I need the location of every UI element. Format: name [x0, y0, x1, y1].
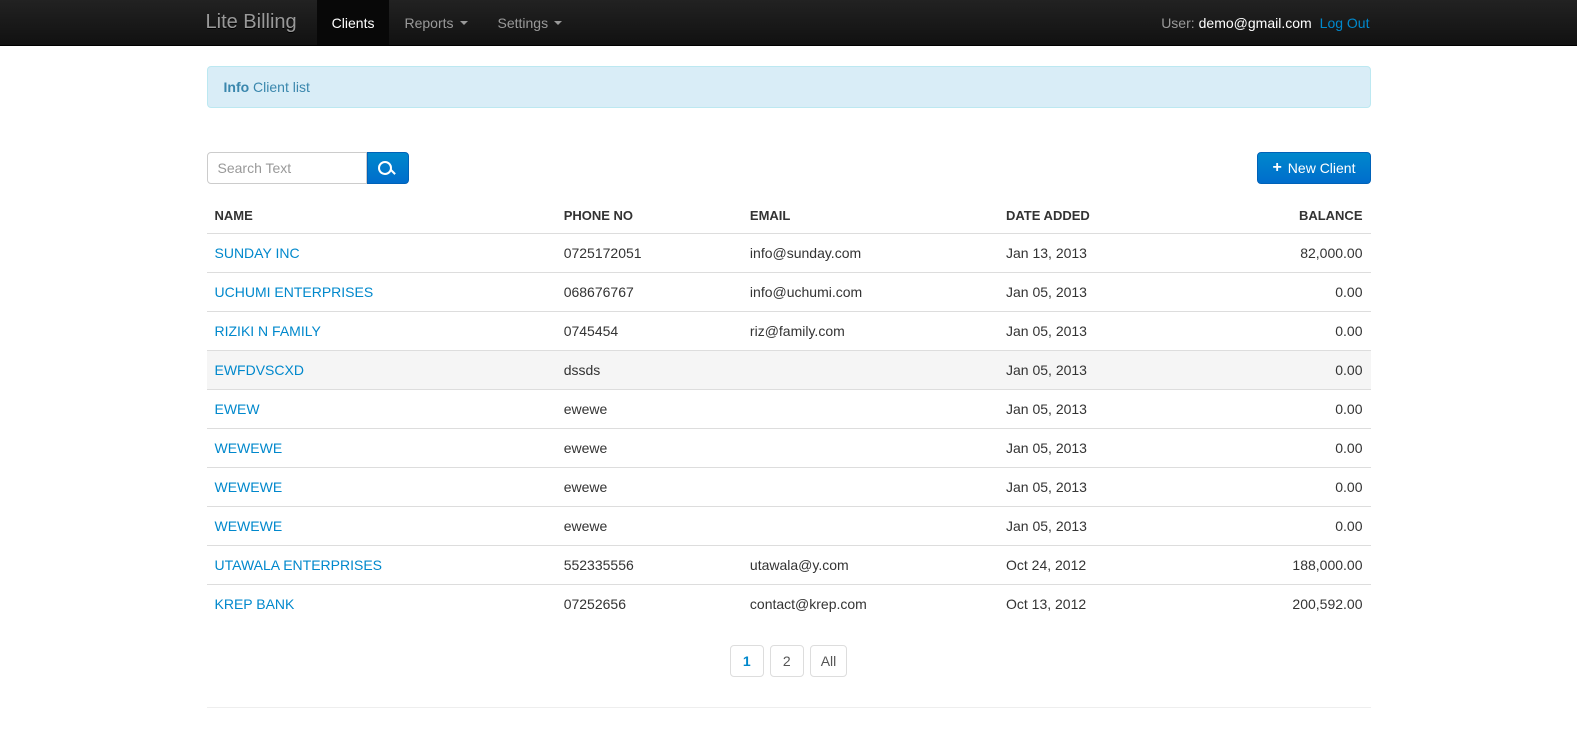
col-date: DATE ADDED — [998, 198, 1208, 234]
client-email: contact@krep.com — [742, 585, 998, 624]
client-balance: 0.00 — [1208, 507, 1371, 546]
client-balance: 0.00 — [1208, 468, 1371, 507]
page-all[interactable]: All — [810, 645, 848, 677]
user-label: User: — [1161, 15, 1194, 31]
client-date: Jan 05, 2013 — [998, 429, 1208, 468]
nav-reports[interactable]: Reports — [389, 0, 482, 45]
logout-link[interactable]: Log Out — [1320, 15, 1370, 31]
client-name-link[interactable]: UTAWALA ENTERPRISES — [215, 557, 383, 573]
client-phone: ewewe — [556, 507, 742, 546]
client-balance: 188,000.00 — [1208, 546, 1371, 585]
plus-icon: + — [1272, 160, 1281, 176]
client-email: info@sunday.com — [742, 234, 998, 273]
col-balance: BALANCE — [1208, 198, 1371, 234]
main-container: Info Client list + New Client NAME PHONE… — [207, 46, 1371, 708]
client-balance: 82,000.00 — [1208, 234, 1371, 273]
col-name: NAME — [207, 198, 556, 234]
table-row: UTAWALA ENTERPRISES 552335556utawala@y.co… — [207, 546, 1371, 585]
client-balance: 0.00 — [1208, 429, 1371, 468]
client-phone: 0725172051 — [556, 234, 742, 273]
client-email: info@uchumi.com — [742, 273, 998, 312]
pagination: 12All — [207, 645, 1371, 677]
table-row: EWEW ewewe Jan 05, 20130.00 — [207, 390, 1371, 429]
col-email: EMAIL — [742, 198, 998, 234]
client-email: riz@family.com — [742, 312, 998, 351]
caret-down-icon — [554, 21, 562, 25]
new-client-button[interactable]: + New Client — [1257, 152, 1370, 184]
table-row: KREP BANK 07252656contact@krep.comOct 13,… — [207, 585, 1371, 624]
table-row: EWFDVSCXD dssds Jan 05, 20130.00 — [207, 351, 1371, 390]
client-balance: 0.00 — [1208, 312, 1371, 351]
client-email — [742, 507, 998, 546]
search-icon — [378, 161, 398, 175]
table-row: UCHUMI ENTERPRISES 068676767info@uchumi.c… — [207, 273, 1371, 312]
toolbar: + New Client — [207, 152, 1371, 184]
page-1[interactable]: 1 — [730, 645, 764, 677]
table-row: WEWEWE ewewe Jan 05, 20130.00 — [207, 429, 1371, 468]
client-balance: 0.00 — [1208, 273, 1371, 312]
new-client-label: New Client — [1288, 160, 1356, 176]
info-alert: Info Client list — [207, 66, 1371, 108]
top-navbar: Lite Billing Clients Reports Settings Us… — [0, 0, 1577, 46]
client-balance: 0.00 — [1208, 390, 1371, 429]
client-phone: 0745454 — [556, 312, 742, 351]
client-phone: 068676767 — [556, 273, 742, 312]
search-input[interactable] — [207, 152, 367, 184]
page-2[interactable]: 2 — [770, 645, 804, 677]
client-name-link[interactable]: KREP BANK — [215, 596, 295, 612]
client-date: Oct 24, 2012 — [998, 546, 1208, 585]
user-email: demo@gmail.com — [1199, 15, 1312, 31]
client-email — [742, 351, 998, 390]
client-name-link[interactable]: WEWEWE — [215, 479, 283, 495]
client-name-link[interactable]: WEWEWE — [215, 440, 283, 456]
nav-settings-label: Settings — [498, 15, 549, 31]
client-phone: ewewe — [556, 429, 742, 468]
client-email — [742, 468, 998, 507]
table-header-row: NAME PHONE NO EMAIL DATE ADDED BALANCE — [207, 198, 1371, 234]
nav-reports-label: Reports — [404, 15, 453, 31]
client-date: Jan 05, 2013 — [998, 273, 1208, 312]
brand[interactable]: Lite Billing — [206, 11, 317, 34]
client-phone: 552335556 — [556, 546, 742, 585]
client-name-link[interactable]: SUNDAY INC — [215, 245, 300, 261]
search-button[interactable] — [367, 152, 409, 184]
client-date: Jan 05, 2013 — [998, 351, 1208, 390]
main-nav: Clients Reports Settings — [317, 0, 577, 45]
client-name-link[interactable]: WEWEWE — [215, 518, 283, 534]
client-date: Oct 13, 2012 — [998, 585, 1208, 624]
client-date: Jan 05, 2013 — [998, 312, 1208, 351]
client-phone: ewewe — [556, 390, 742, 429]
search-group — [207, 152, 409, 184]
client-name-link[interactable]: EWFDVSCXD — [215, 362, 304, 378]
client-date: Jan 05, 2013 — [998, 468, 1208, 507]
table-row: WEWEWE ewewe Jan 05, 20130.00 — [207, 468, 1371, 507]
client-email — [742, 429, 998, 468]
client-date: Jan 05, 2013 — [998, 390, 1208, 429]
footer-separator — [207, 707, 1371, 708]
nav-clients[interactable]: Clients — [317, 0, 390, 45]
navbar-user-area: User: demo@gmail.com Log Out — [1161, 15, 1369, 31]
client-balance: 200,592.00 — [1208, 585, 1371, 624]
table-row: RIZIKI N FAMILY 0745454riz@family.comJan … — [207, 312, 1371, 351]
caret-down-icon — [460, 21, 468, 25]
table-row: WEWEWE ewewe Jan 05, 20130.00 — [207, 507, 1371, 546]
client-date: Jan 13, 2013 — [998, 234, 1208, 273]
alert-strong: Info — [224, 79, 250, 95]
client-name-link[interactable]: EWEW — [215, 401, 260, 417]
client-balance: 0.00 — [1208, 351, 1371, 390]
client-phone: 07252656 — [556, 585, 742, 624]
client-phone: dssds — [556, 351, 742, 390]
client-date: Jan 05, 2013 — [998, 507, 1208, 546]
client-phone: ewewe — [556, 468, 742, 507]
alert-text: Client list — [253, 79, 310, 95]
client-email — [742, 390, 998, 429]
col-phone: PHONE NO — [556, 198, 742, 234]
table-row: SUNDAY INC 0725172051info@sunday.comJan 1… — [207, 234, 1371, 273]
client-name-link[interactable]: RIZIKI N FAMILY — [215, 323, 321, 339]
client-email: utawala@y.com — [742, 546, 998, 585]
client-name-link[interactable]: UCHUMI ENTERPRISES — [215, 284, 374, 300]
clients-table: NAME PHONE NO EMAIL DATE ADDED BALANCE S… — [207, 198, 1371, 623]
nav-settings[interactable]: Settings — [483, 0, 578, 45]
